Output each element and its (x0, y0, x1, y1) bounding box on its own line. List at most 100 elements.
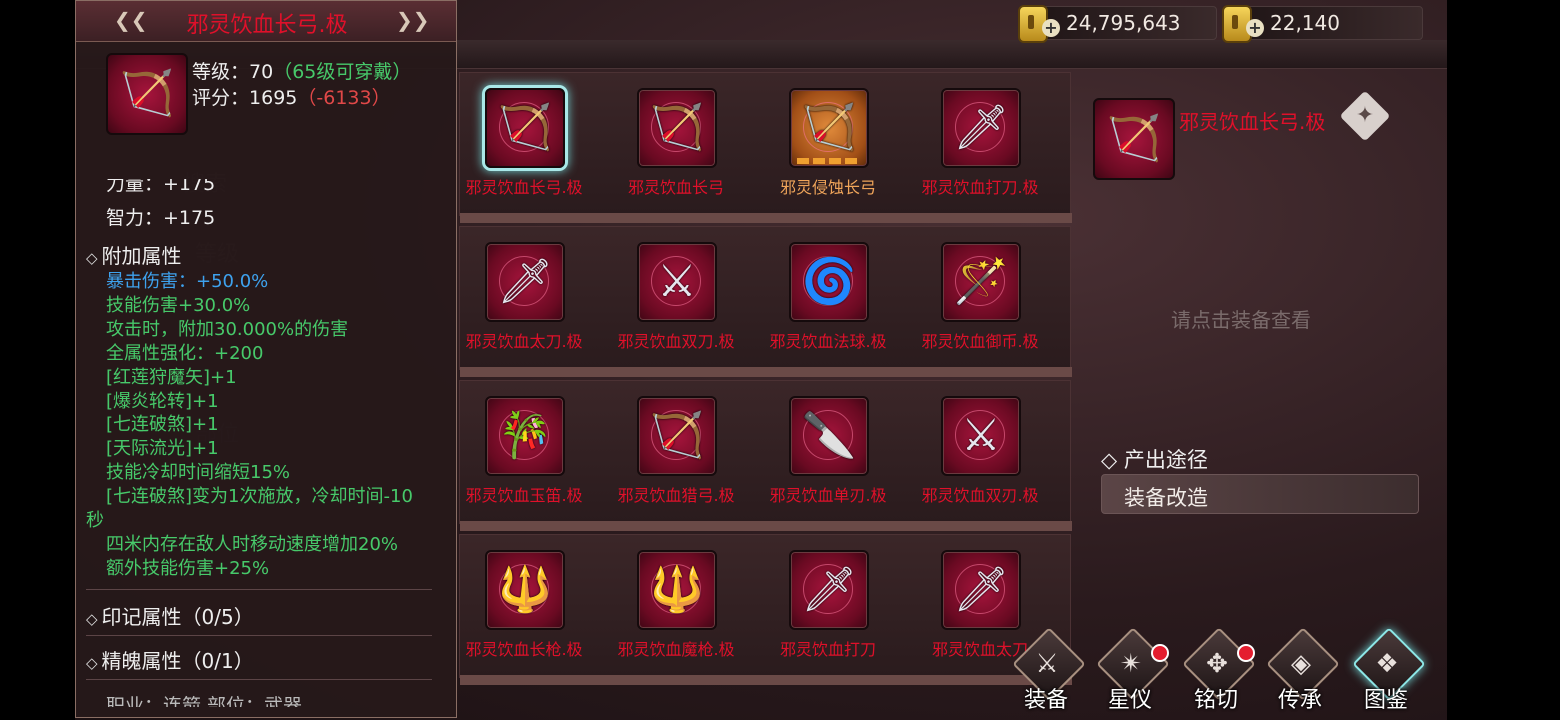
item-name: 邪灵饮血御币.极 (921, 332, 1039, 351)
equipment-item[interactable]: 🏹 邪灵饮血长弓.极 (459, 72, 589, 222)
ingot-currency[interactable]: + 22,140 (1222, 5, 1423, 43)
nav-lineage[interactable]: ◈ 传承 (1257, 627, 1343, 720)
item-name: 邪灵饮血双刃.极 (921, 486, 1039, 505)
katana-icon: 🗡 (953, 564, 1009, 615)
gold-currency[interactable]: + 24,795,643 (1018, 5, 1217, 43)
nav-cards[interactable]: ❖ 图鉴 (1343, 627, 1429, 720)
equipment-item[interactable]: ⚔ 邪灵饮血双刀.极 (611, 226, 741, 376)
item-name: 邪灵饮血太刀.极 (465, 332, 583, 351)
detail-hint: 请点击装备查看 (1171, 308, 1311, 332)
star-rating-bar (797, 158, 861, 164)
bonus-attribute: 秒 (86, 510, 104, 531)
equipment-item[interactable]: 🏹 邪灵侵蚀长弓 (763, 72, 893, 222)
star-disc-icon: ✴ (1120, 649, 1142, 679)
equipment-item[interactable]: ⚔ 邪灵饮血双刃.极 (915, 380, 1045, 530)
bow-icon: 🏹 (801, 102, 857, 153)
equipment-item[interactable]: 🔱 邪灵饮血魔枪.极 (611, 534, 741, 684)
nav-star-disc[interactable]: ✴ 星仪 (1087, 627, 1173, 720)
nav-sword[interactable]: ⚔ 装备 (1003, 627, 1089, 720)
item-slot[interactable]: 🗡 (485, 242, 565, 322)
item-name: 邪灵饮血双刀.极 (617, 332, 735, 351)
item-slot[interactable]: 🏹 (637, 88, 717, 168)
dual-blades-icon: ⚔ (961, 410, 1001, 461)
equipment-item[interactable]: 🪄 邪灵饮血御币.极 (915, 226, 1045, 376)
equipment-item[interactable]: 🏹 邪灵饮血长弓 (611, 72, 741, 222)
item-slot[interactable]: 🔪 (789, 396, 869, 476)
item-slot[interactable]: 🗡 (789, 550, 869, 630)
item-slot[interactable]: 🏹 (485, 88, 565, 168)
item-name: 邪灵饮血单刃.极 (769, 486, 887, 505)
equipment-item[interactable]: 🔱 邪灵饮血长枪.极 (459, 534, 589, 684)
item-slot[interactable]: 🗡 (941, 88, 1021, 168)
nav-compass[interactable]: ✥ 铭切 (1173, 627, 1259, 720)
bonus-attribute: 技能冷却时间缩短15% (106, 462, 291, 484)
class-line-cut: 职业：连箭 部位：武器 (106, 695, 303, 707)
notification-dot (1151, 644, 1169, 662)
katana-icon: 🗡 (497, 256, 553, 307)
gold-amount: 24,795,643 (1066, 11, 1181, 35)
equipment-item[interactable]: 🗡 邪灵饮血打刀.极 (915, 72, 1045, 222)
equipment-item[interactable]: 🗡 邪灵饮血太刀.极 (459, 226, 589, 376)
nav-label: 传承 (1277, 688, 1322, 713)
spirit-section[interactable]: 精魄属性（0/1） (86, 645, 254, 674)
equipment-item[interactable]: 🔪 邪灵饮血单刃.极 (763, 380, 893, 530)
dual-blades-icon: ⚔ (657, 256, 697, 307)
bonus-section-title: 附加属性 (86, 240, 182, 269)
item-tooltip: ❮❮ 邪灵饮血长弓.极 ❯❯ 🏹 等级：70（65级可穿戴） 评分：1695（-… (75, 0, 457, 718)
source-title: ◇ 产出途径 (1101, 448, 1208, 472)
item-name: 邪灵侵蚀长弓 (779, 178, 876, 197)
item-slot[interactable]: 🎋 (485, 396, 565, 476)
item-name: 邪灵饮血魔枪.极 (617, 640, 735, 659)
item-slot[interactable]: 🪄 (941, 242, 1021, 322)
bonus-attribute: 全属性强化：+200 (106, 342, 264, 364)
equipment-item[interactable]: 🏹 邪灵饮血猎弓.极 (611, 380, 741, 530)
item-name: 邪灵饮血法球.极 (769, 332, 887, 351)
item-name: 邪灵饮血长弓 (627, 178, 724, 197)
bow-icon: 🏹 (649, 102, 705, 153)
bonus-attribute: 技能伤害+30.0% (106, 294, 251, 316)
sword-icon: ⚔ (1035, 649, 1059, 679)
add-ingot-icon[interactable]: + (1246, 19, 1264, 37)
detail-item-icon[interactable]: 🏹 (1093, 98, 1175, 180)
item-slot[interactable]: 🗡 (941, 550, 1021, 630)
tooltip-header: ❮❮ 邪灵饮血长弓.极 ❯❯ (76, 1, 456, 42)
equipment-item[interactable]: 🗡 邪灵饮血打刀 (763, 534, 893, 684)
detail-item-name: 邪灵饮血长弓.极 (1179, 110, 1326, 134)
bonus-attribute: 暴击伤害：+50.0% (106, 271, 269, 292)
spear-icon: 🔱 (497, 564, 553, 615)
item-name: 邪灵饮血打刀.极 (921, 178, 1039, 197)
divider (86, 679, 432, 680)
add-gold-icon[interactable]: + (1042, 19, 1060, 37)
bonus-attribute: [爆炎轮转]+1 (106, 390, 219, 412)
item-slot[interactable]: 🏹 (637, 396, 717, 476)
cards-icon: ❖ (1375, 649, 1399, 679)
lineage-icon: ◈ (1291, 649, 1311, 679)
bonus-attribute: [七连破煞]变为1次施放，冷却时间-10 (106, 486, 413, 508)
next-chevron-icon[interactable]: ❯❯ (396, 9, 430, 31)
bonus-attribute: 四米内存在敌人时移动速度增加20% (106, 533, 399, 555)
divider (86, 635, 432, 636)
seal-section[interactable]: 印记属性（0/5） (86, 601, 254, 630)
nav-label: 星仪 (1107, 688, 1152, 713)
favorite-button[interactable]: ✦ (1339, 90, 1391, 142)
item-slot[interactable]: 🔱 (637, 550, 717, 630)
item-slot[interactable]: 🔱 (485, 550, 565, 630)
ingot-amount: 22,140 (1270, 11, 1340, 35)
item-slot[interactable]: ⚔ (637, 242, 717, 322)
bonus-attribute: 额外技能伤害+25% (106, 557, 270, 579)
source-upgrade-button[interactable]: 装备改造 (1101, 474, 1419, 514)
bonus-attribute: [七连破煞]+1 (106, 414, 219, 436)
bonus-attribute: [天际流光]+1 (106, 438, 219, 460)
item-slot[interactable]: 🏹 (789, 88, 869, 168)
star-icon: ✦ (1355, 103, 1375, 128)
notification-dot (1237, 644, 1255, 662)
item-slot[interactable]: 🌀 (789, 242, 869, 322)
equipment-item[interactable]: 🎋 邪灵饮血玉笛.极 (459, 380, 589, 530)
orb-icon: 🌀 (801, 256, 857, 307)
item-slot[interactable]: ⚔ (941, 396, 1021, 476)
stat-strength: 力量：+175 (106, 179, 216, 193)
nav-label: 铭切 (1193, 688, 1238, 713)
equipment-item[interactable]: 🌀 邪灵饮血法球.极 (763, 226, 893, 376)
stat-intelligence: 智力：+175 (106, 207, 216, 229)
game-stage: + 24,795,643 + 22,140 搜索 等级 部位 🏹邪灵饮血长弓.极… (75, 0, 1447, 720)
